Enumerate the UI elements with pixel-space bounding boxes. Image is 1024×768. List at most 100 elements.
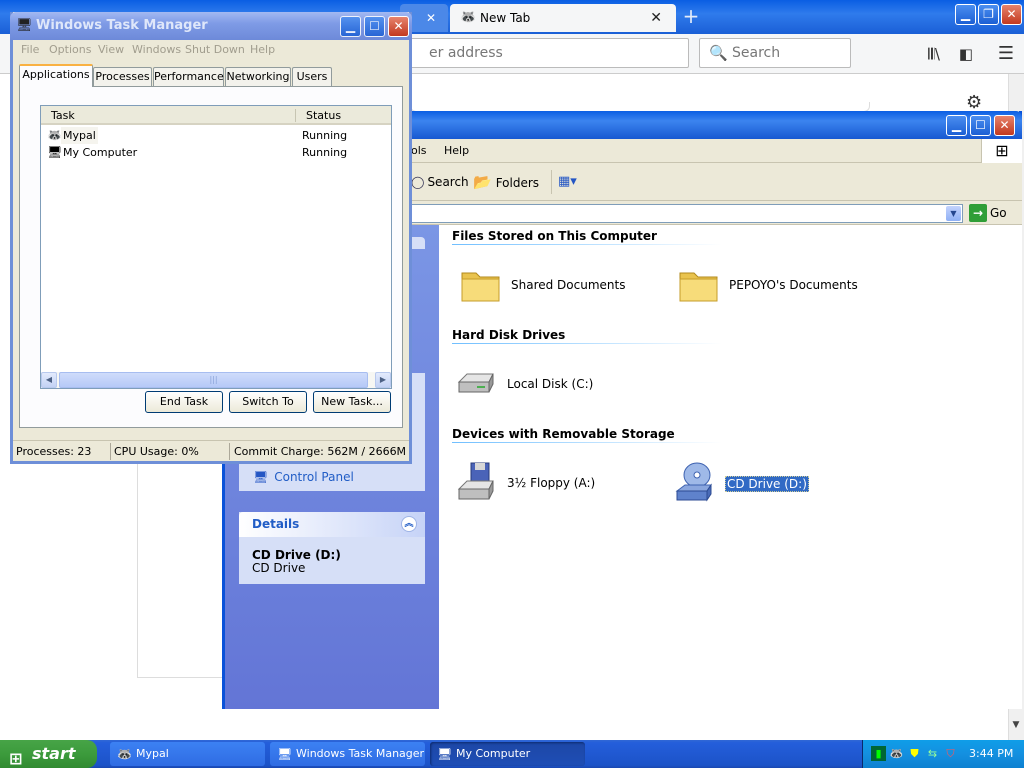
tab-close-icon[interactable]: ✕ (650, 4, 662, 32)
details-title: Details (252, 517, 300, 531)
views-button[interactable]: ▦▾ (551, 170, 585, 194)
search-button[interactable]: ◯ Search (411, 175, 469, 189)
start-button[interactable]: ⊞ start (0, 740, 97, 768)
windows-logo-icon: ⊞ (9, 749, 23, 768)
group-title-removable-storage: Devices with Removable Storage (452, 427, 675, 441)
details-panel: Details ︽ CD Drive (D:) CD Drive (239, 512, 425, 584)
folder-shared-documents[interactable]: Shared Documents (459, 263, 629, 307)
browser-tab-new-tab[interactable]: 🦝 New Tab ✕ (450, 4, 676, 32)
library-icon[interactable]: 𝄃𝄃\ (924, 44, 944, 64)
horizontal-scrollbar[interactable]: ◀ ||| ▶ (41, 372, 391, 388)
maximize-button[interactable]: ☐ (970, 115, 991, 136)
close-button[interactable]: ✕ (388, 16, 409, 37)
mypal-favicon-icon: 🦝 (460, 10, 477, 25)
task-manager-statusbar: Processes: 23 CPU Usage: 0% Commit Charg… (13, 440, 409, 461)
group-divider (452, 343, 722, 344)
column-separator[interactable] (295, 109, 296, 122)
status-separator (229, 443, 230, 460)
window-title: Windows Task Manager (36, 18, 208, 33)
status-processes: Processes: 23 (16, 445, 92, 458)
sidebar-icon[interactable]: ◧ (956, 44, 976, 64)
folder-pepoyos-documents[interactable]: PEPOYO's Documents (677, 263, 877, 307)
task-list-header: Task Status (41, 106, 391, 125)
task-status: Running (302, 146, 348, 159)
my-computer-icon: 🖥 (47, 145, 63, 159)
new-tab-button[interactable]: + (680, 6, 702, 28)
status-commit-charge: Commit Charge: 562M / 2666M (234, 445, 407, 458)
applications-tab-panel: Task Status 🦝 Mypal Running 🖥 My Compute… (19, 86, 403, 428)
menu-view[interactable]: View (98, 43, 124, 56)
task-list[interactable]: Task Status 🦝 Mypal Running 🖥 My Compute… (40, 105, 392, 389)
tab-applications[interactable]: Applications (19, 64, 93, 87)
browser-restore-button[interactable]: ❐ (978, 4, 999, 25)
taskbar-item-my-computer[interactable]: 🖥 My Computer (430, 742, 585, 766)
taskbar-item-label: My Computer (456, 747, 531, 760)
task-status: Running (302, 129, 348, 142)
maximize-button[interactable]: ☐ (364, 16, 385, 37)
taskbar-item-mypal[interactable]: 🦝 Mypal (110, 742, 265, 766)
chevron-up-icon[interactable]: ︽ (401, 516, 417, 532)
drive-local-disk-c[interactable]: Local Disk (C:) (455, 362, 625, 406)
my-computer-icon: 🖥 (437, 747, 453, 761)
explorer-content-area: Files Stored on This Computer Shared Doc… (439, 225, 1022, 709)
menu-file[interactable]: File (21, 43, 39, 56)
scroll-down-arrow-icon[interactable]: ▼ (1008, 720, 1024, 738)
security-alert-icon[interactable]: ⛉ (943, 746, 958, 761)
menu-shut-down[interactable]: Shut Down (185, 43, 245, 56)
mypal-tray-icon[interactable]: 🦝 (889, 746, 904, 761)
table-row[interactable]: 🦝 Mypal Running (41, 127, 391, 144)
tab-close-icon[interactable]: ✕ (426, 4, 436, 32)
search-icon: ◯ (411, 175, 425, 189)
menu-help[interactable]: Help (444, 144, 469, 157)
task-manager-menubar: File Options View Windows Shut Down Help (13, 40, 409, 60)
drive-floppy-a[interactable]: 3½ Floppy (A:) (455, 461, 625, 505)
item-label: PEPOYO's Documents (729, 278, 858, 292)
tab-networking[interactable]: Networking (225, 67, 291, 86)
clock[interactable]: 3:44 PM (969, 747, 1013, 760)
tab-performance[interactable]: Performance (153, 67, 224, 86)
details-header[interactable]: Details ︽ (239, 512, 425, 537)
task-manager-titlebar[interactable]: 🖥 Windows Task Manager ▁ ☐ ✕ (10, 12, 412, 40)
floppy-drive-icon (457, 462, 494, 500)
taskbar-item-task-manager[interactable]: 🖥 Windows Task Manager (270, 742, 425, 766)
column-header-task[interactable]: Task (51, 109, 75, 122)
gear-icon[interactable]: ⚙ (966, 92, 982, 113)
minimize-button[interactable]: ▁ (340, 16, 361, 37)
tab-processes[interactable]: Processes (93, 67, 152, 86)
go-button[interactable]: → Go (969, 204, 1007, 223)
tab-users[interactable]: Users (292, 67, 332, 86)
close-button[interactable]: ✕ (994, 115, 1015, 136)
browser-search-box[interactable]: 🔍 Search (699, 38, 851, 68)
menu-tools[interactable]: ols (411, 144, 427, 157)
browser-minimize-button[interactable]: ▁ (955, 4, 976, 25)
scrollbar-thumb[interactable]: ||| (59, 372, 368, 388)
system-tray: ▮ 🦝 ⛊ ⇆ ⛉ 3:44 PM (862, 740, 1024, 768)
hamburger-menu-icon[interactable]: ☰ (996, 44, 1016, 64)
start-label: start (32, 744, 76, 763)
menu-windows[interactable]: Windows (132, 43, 181, 56)
menu-options[interactable]: Options (49, 43, 91, 56)
control-panel-link[interactable]: 🖥 Control Panel (253, 469, 354, 485)
cpu-meter-icon[interactable]: ▮ (871, 746, 886, 761)
search-placeholder: Search (732, 45, 781, 61)
end-task-button[interactable]: End Task (145, 391, 223, 413)
network-icon[interactable]: ⇆ (925, 746, 940, 761)
details-item-type: CD Drive (252, 561, 306, 575)
group-title-files-stored: Files Stored on This Computer (452, 229, 657, 243)
status-cpu-usage: CPU Usage: 0% (114, 445, 199, 458)
details-item-name: CD Drive (D:) (252, 548, 341, 562)
security-shield-icon[interactable]: ⛊ (907, 746, 922, 761)
chevron-down-icon[interactable]: ▼ (946, 206, 961, 221)
switch-to-button[interactable]: Switch To (229, 391, 307, 413)
url-bar[interactable]: er address (410, 38, 689, 68)
table-row[interactable]: 🖥 My Computer Running (41, 144, 391, 161)
column-header-status[interactable]: Status (306, 109, 341, 122)
browser-close-button[interactable]: ✕ (1001, 4, 1022, 25)
menu-help[interactable]: Help (250, 43, 275, 56)
new-task-button[interactable]: New Task... (313, 391, 391, 413)
minimize-button[interactable]: ▁ (946, 115, 967, 136)
drive-cd-d[interactable]: CD Drive (D:) (673, 461, 843, 505)
scroll-left-arrow-icon[interactable]: ◀ (41, 372, 57, 388)
folders-button[interactable]: 📂 Folders (473, 171, 539, 194)
scroll-right-arrow-icon[interactable]: ▶ (375, 372, 391, 388)
